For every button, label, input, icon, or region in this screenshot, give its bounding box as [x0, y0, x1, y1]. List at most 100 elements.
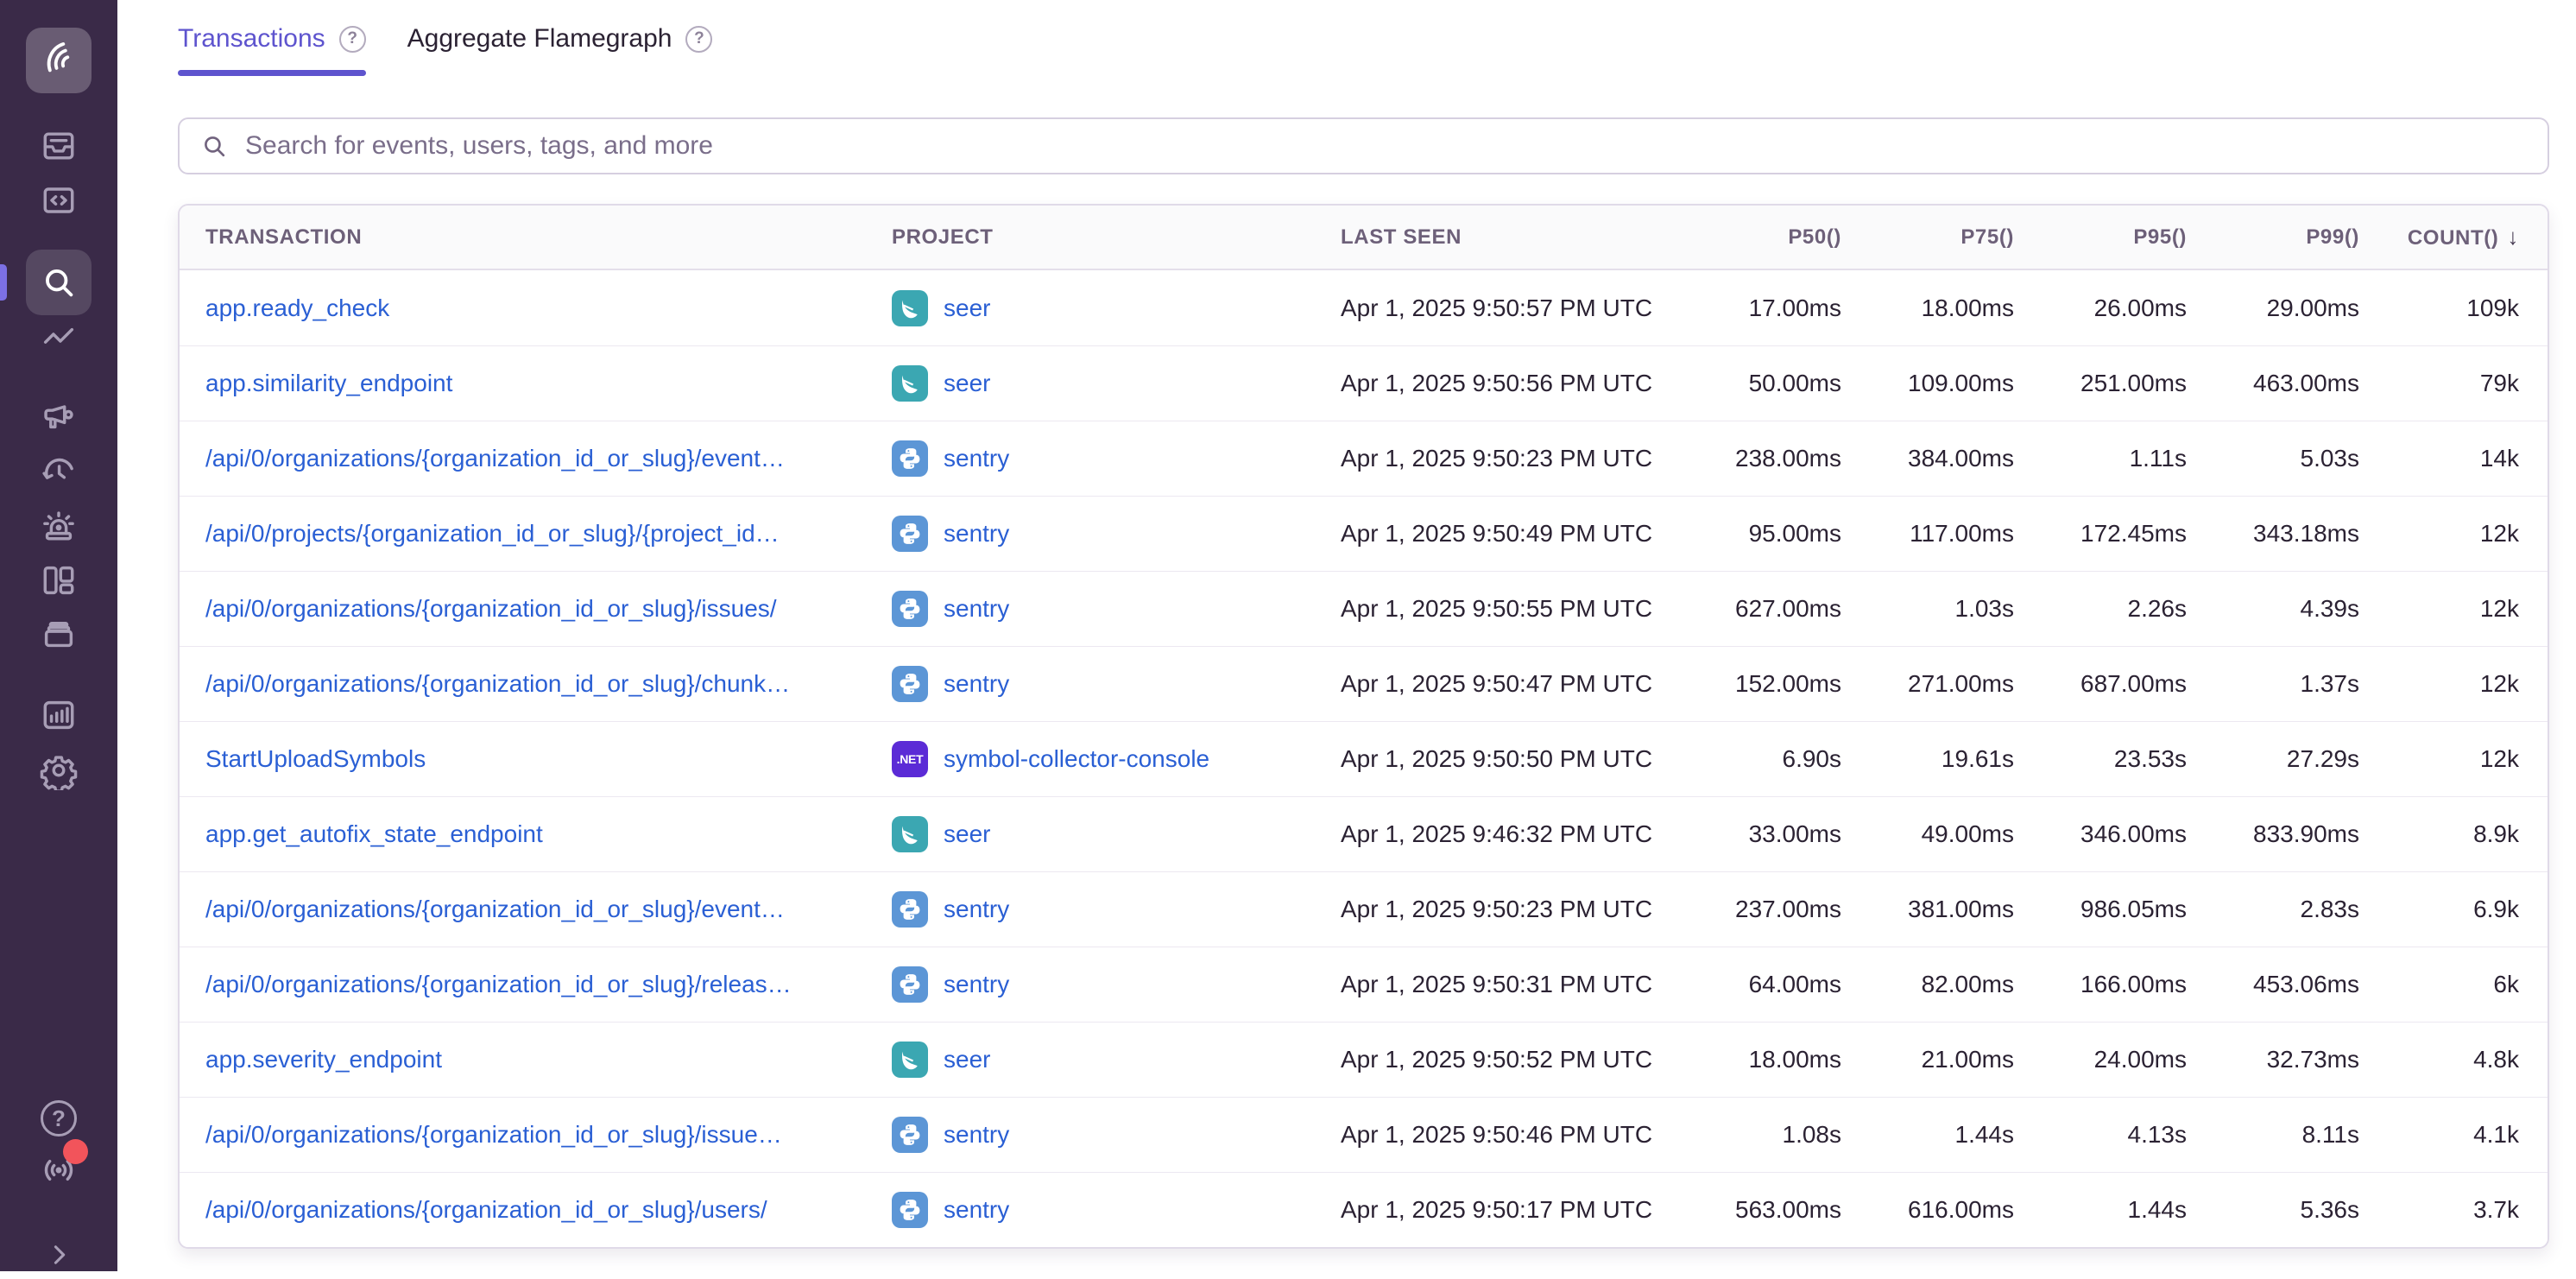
- p95-cell: 2.26s: [2014, 595, 2187, 623]
- sentry-logo-button[interactable]: [26, 28, 92, 93]
- search-input[interactable]: [243, 130, 2527, 161]
- p50-cell: 627.00ms: [1682, 595, 1841, 623]
- sidebar-item-help[interactable]: ?: [26, 1094, 92, 1143]
- p50-cell: 64.00ms: [1682, 971, 1841, 998]
- transaction-link[interactable]: /api/0/organizations/{organization_id_or…: [205, 1196, 767, 1223]
- p95-cell: 687.00ms: [2014, 670, 2187, 698]
- sidebar-item-releases[interactable]: [26, 610, 92, 658]
- sidebar-item-replays[interactable]: [26, 449, 92, 497]
- project-link[interactable]: sentry: [944, 445, 1009, 472]
- count-cell: 3.7k: [2359, 1196, 2519, 1224]
- project-link[interactable]: sentry: [944, 896, 1009, 923]
- p50-cell: 238.00ms: [1682, 445, 1841, 472]
- last-seen-cell: Apr 1, 2025 9:50:49 PM UTC: [1341, 520, 1682, 548]
- table-row: app.ready_check seer Apr 1, 2025 9:50:57…: [180, 270, 2548, 345]
- column-header-p95[interactable]: P95(): [2014, 225, 2187, 250]
- p99-cell: 29.00ms: [2187, 294, 2359, 322]
- transactions-help-icon[interactable]: ?: [339, 26, 366, 53]
- sidebar-item-settings[interactable]: [26, 746, 92, 795]
- project-link[interactable]: sentry: [944, 1196, 1009, 1224]
- tab-transactions[interactable]: Transactions ?: [178, 24, 366, 54]
- transaction-link[interactable]: /api/0/organizations/{organization_id_or…: [205, 971, 792, 997]
- sidebar-item-issues[interactable]: [26, 122, 92, 170]
- archive-box-icon: [39, 614, 79, 654]
- project-platform-icon: [892, 1042, 928, 1078]
- p99-cell: 32.73ms: [2187, 1046, 2359, 1073]
- transaction-link[interactable]: app.ready_check: [205, 294, 389, 321]
- project-link[interactable]: sentry: [944, 520, 1009, 548]
- column-header-last_seen[interactable]: LAST SEEN: [1341, 225, 1682, 250]
- transaction-link[interactable]: /api/0/organizations/{organization_id_or…: [205, 896, 785, 922]
- project-link[interactable]: sentry: [944, 670, 1009, 698]
- project-platform-icon: [892, 516, 928, 552]
- bar-chart-icon: [39, 695, 79, 735]
- last-seen-cell: Apr 1, 2025 9:50:47 PM UTC: [1341, 670, 1682, 698]
- sidebar-expand-button[interactable]: [26, 1231, 92, 1279]
- p95-cell: 172.45ms: [2014, 520, 2187, 548]
- last-seen-cell: Apr 1, 2025 9:46:32 PM UTC: [1341, 820, 1682, 848]
- transaction-link[interactable]: app.get_autofix_state_endpoint: [205, 820, 543, 847]
- count-cell: 109k: [2359, 294, 2519, 322]
- column-header-transaction[interactable]: TRANSACTION: [205, 225, 892, 250]
- sidebar-item-feedback[interactable]: [26, 394, 92, 442]
- p50-cell: 18.00ms: [1682, 1046, 1841, 1073]
- sort-direction-icon[interactable]: ↓: [2507, 224, 2519, 250]
- sidebar-item-whats-new[interactable]: [26, 1146, 92, 1194]
- sidebar-item-traces[interactable]: [26, 314, 92, 363]
- project-link[interactable]: seer: [944, 370, 990, 397]
- project-platform-icon: [892, 816, 928, 852]
- p95-cell: 986.05ms: [2014, 896, 2187, 923]
- project-link[interactable]: seer: [944, 1046, 990, 1073]
- gear-icon: [39, 750, 79, 790]
- sidebar-item-projects[interactable]: [26, 176, 92, 225]
- sidebar-item-dashboards[interactable]: [26, 556, 92, 605]
- project-link[interactable]: seer: [944, 820, 990, 848]
- table-row: app.similarity_endpoint seer Apr 1, 2025…: [180, 345, 2548, 421]
- column-header-label: LAST SEEN: [1341, 225, 1462, 249]
- p99-cell: 1.37s: [2187, 670, 2359, 698]
- project-link[interactable]: sentry: [944, 971, 1009, 998]
- count-cell: 14k: [2359, 445, 2519, 472]
- p50-cell: 237.00ms: [1682, 896, 1841, 923]
- transaction-link[interactable]: /api/0/organizations/{organization_id_or…: [205, 670, 790, 697]
- column-header-count[interactable]: COUNT()↓: [2359, 224, 2519, 250]
- transaction-link[interactable]: /api/0/organizations/{organization_id_or…: [205, 1121, 782, 1148]
- p75-cell: 384.00ms: [1841, 445, 2014, 472]
- p75-cell: 1.44s: [1841, 1121, 2014, 1149]
- count-cell: 4.8k: [2359, 1046, 2519, 1073]
- project-link[interactable]: sentry: [944, 595, 1009, 623]
- aggregate-flamegraph-help-icon[interactable]: ?: [685, 26, 712, 53]
- table-row: app.get_autofix_state_endpoint seer Apr …: [180, 796, 2548, 871]
- count-cell: 12k: [2359, 670, 2519, 698]
- column-header-p50[interactable]: P50(): [1682, 225, 1841, 250]
- column-header-p75[interactable]: P75(): [1841, 225, 2014, 250]
- column-header-p99[interactable]: P99(): [2187, 225, 2359, 250]
- transaction-link[interactable]: app.severity_endpoint: [205, 1046, 442, 1073]
- transaction-link[interactable]: /api/0/organizations/{organization_id_or…: [205, 595, 777, 622]
- transaction-link[interactable]: StartUploadSymbols: [205, 745, 426, 772]
- p99-cell: 27.29s: [2187, 745, 2359, 773]
- sidebar-item-alerts[interactable]: [26, 502, 92, 550]
- project-link[interactable]: sentry: [944, 1121, 1009, 1149]
- column-header-project[interactable]: PROJECT: [892, 225, 1341, 250]
- transaction-link[interactable]: app.similarity_endpoint: [205, 370, 452, 396]
- zigzag-icon: [39, 319, 79, 358]
- search-bar: [178, 117, 2549, 174]
- count-cell: 79k: [2359, 370, 2519, 397]
- transaction-link[interactable]: /api/0/projects/{organization_id_or_slug…: [205, 520, 780, 547]
- column-header-label: TRANSACTION: [205, 225, 362, 249]
- transaction-link[interactable]: /api/0/organizations/{organization_id_or…: [205, 445, 785, 472]
- table-row: /api/0/organizations/{organization_id_or…: [180, 1172, 2548, 1247]
- tab-aggregate-flamegraph-label: Aggregate Flamegraph: [407, 24, 672, 54]
- project-link[interactable]: symbol-collector-console: [944, 745, 1209, 773]
- last-seen-cell: Apr 1, 2025 9:50:55 PM UTC: [1341, 595, 1682, 623]
- p75-cell: 616.00ms: [1841, 1196, 2014, 1224]
- p95-cell: 1.44s: [2014, 1196, 2187, 1224]
- tab-aggregate-flamegraph[interactable]: Aggregate Flamegraph ?: [407, 24, 713, 54]
- sidebar-item-stats[interactable]: [26, 691, 92, 739]
- project-platform-icon: [892, 1117, 928, 1153]
- project-link[interactable]: seer: [944, 294, 990, 322]
- p95-cell: 346.00ms: [2014, 820, 2187, 848]
- sidebar-item-explore[interactable]: [26, 250, 92, 315]
- inbox-icon: [39, 126, 79, 166]
